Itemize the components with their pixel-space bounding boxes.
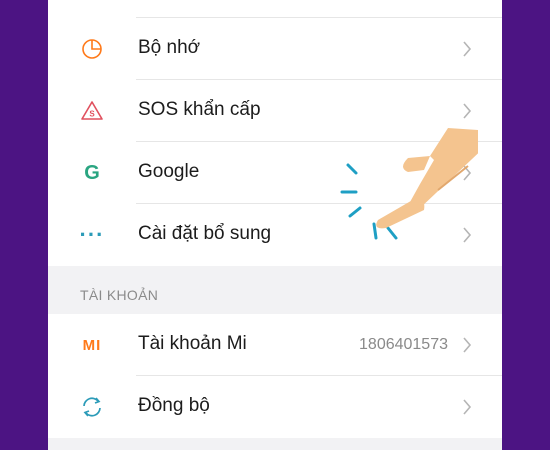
settings-item-storage[interactable]: Bộ nhớ xyxy=(48,18,502,80)
google-icon: G xyxy=(84,161,100,184)
settings-item-label: SOS khẩn cấp xyxy=(138,99,261,120)
section-header-account: TÀI KHOẢN xyxy=(80,287,159,303)
chevron-right-icon xyxy=(463,399,472,415)
settings-item-label: Cài đặt bổ sung xyxy=(138,223,272,244)
settings-item-label: Bộ nhớ xyxy=(138,37,201,58)
chevron-right-icon xyxy=(463,337,472,353)
chevron-right-icon xyxy=(463,41,472,57)
tap-hand-icon xyxy=(340,128,478,240)
mi-icon: MI xyxy=(82,336,102,354)
sync-icon xyxy=(80,395,104,419)
chevron-right-icon xyxy=(463,103,472,119)
settings-item-label: Đồng bộ xyxy=(138,395,210,416)
settings-item-sync[interactable]: Đồng bộ xyxy=(48,376,502,438)
svg-text:S: S xyxy=(89,110,95,119)
settings-item-label: Google xyxy=(138,161,200,182)
settings-screen: Bộ nhớ S SOS khẩn cấp G Google ··· Cài đ… xyxy=(48,0,502,450)
settings-item-label: Tài khoản Mi xyxy=(138,333,247,354)
settings-item-mi-account[interactable]: MI Tài khoản Mi 1806401573 xyxy=(48,314,502,376)
account-id: 1806401573 xyxy=(359,336,448,353)
more-dots-icon: ··· xyxy=(79,222,105,247)
pie-chart-icon xyxy=(80,37,104,61)
sos-icon: S xyxy=(80,99,104,123)
account-group: MI Tài khoản Mi 1806401573 Đồng bộ xyxy=(48,314,502,438)
